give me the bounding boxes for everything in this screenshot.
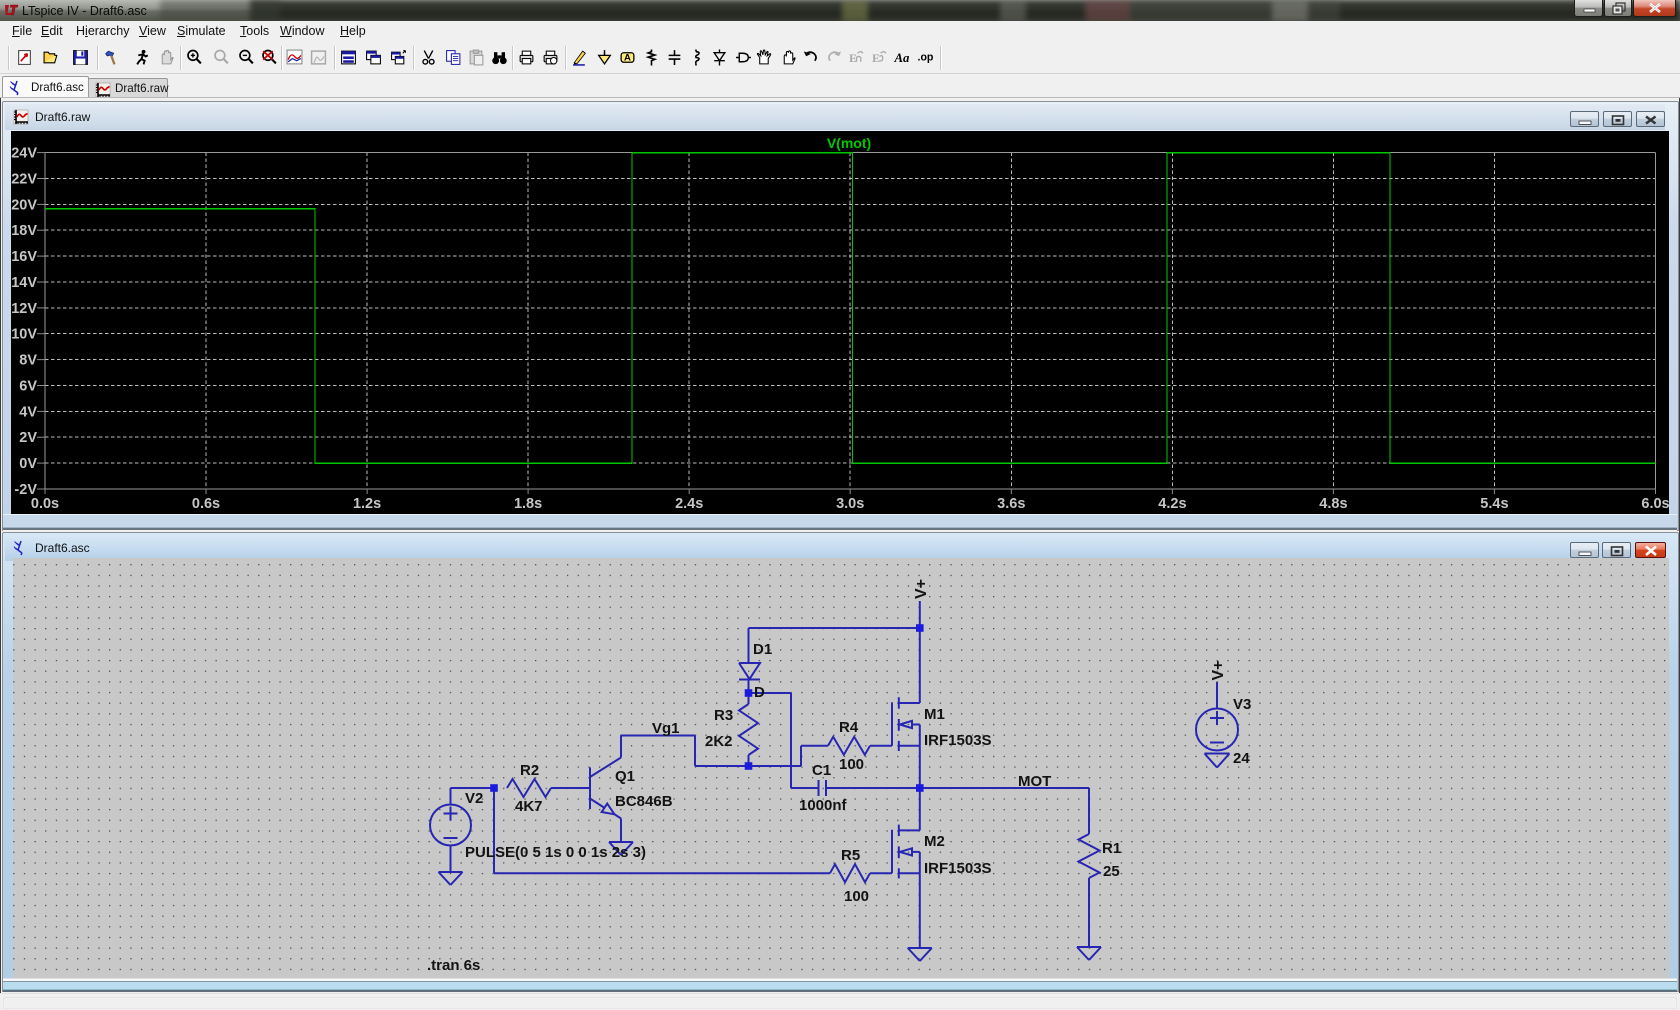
svg-text:18V: 18V [11, 223, 37, 239]
svg-text:E: E [872, 52, 880, 65]
svg-text:1.2s: 1.2s [353, 496, 381, 512]
svg-text:R5: R5 [841, 847, 860, 864]
svg-text:V+: V+ [913, 579, 930, 599]
svg-text:R3: R3 [714, 707, 733, 724]
svg-text:20V: 20V [11, 197, 37, 213]
svg-text:4K7: 4K7 [515, 798, 543, 815]
svg-text:R4: R4 [839, 719, 859, 736]
svg-text:100: 100 [844, 888, 869, 905]
svg-text:1.8s: 1.8s [514, 496, 542, 512]
svg-text:R1: R1 [1102, 840, 1121, 857]
svg-text:M2: M2 [924, 833, 945, 850]
svg-text:14V: 14V [11, 275, 37, 291]
svg-text:8V: 8V [19, 353, 37, 369]
svg-text:IRF1503S: IRF1503S [924, 860, 992, 877]
svg-text:6V: 6V [19, 379, 37, 395]
svg-text:4V: 4V [19, 404, 37, 420]
svg-text:3.6s: 3.6s [997, 496, 1025, 512]
svg-text:IRF1503S: IRF1503S [924, 732, 992, 749]
svg-text:M1: M1 [924, 706, 945, 723]
svg-text:22V: 22V [11, 172, 37, 188]
svg-text:Vg1: Vg1 [652, 720, 680, 737]
svg-text:V(mot): V(mot) [827, 135, 871, 151]
svg-text:0.0s: 0.0s [31, 496, 59, 512]
svg-text:5.4s: 5.4s [1480, 496, 1508, 512]
svg-text:3.0s: 3.0s [836, 496, 864, 512]
svg-text:E: E [849, 52, 857, 65]
svg-text:1000nf: 1000nf [799, 797, 848, 814]
svg-text:4.2s: 4.2s [1158, 496, 1186, 512]
svg-text:V+: V+ [1210, 660, 1227, 680]
svg-text:2K2: 2K2 [705, 733, 733, 750]
svg-text:0.6s: 0.6s [192, 496, 220, 512]
svg-text:R2: R2 [520, 762, 539, 779]
svg-text:24: 24 [1233, 750, 1250, 767]
svg-text:V2: V2 [465, 790, 483, 807]
svg-text:25: 25 [1103, 863, 1120, 880]
svg-text:24V: 24V [11, 146, 37, 162]
svg-text:D1: D1 [753, 641, 772, 658]
svg-text:D: D [754, 684, 765, 701]
svg-text:V3: V3 [1233, 696, 1251, 713]
svg-text:.tran 6s: .tran 6s [427, 957, 480, 974]
svg-text:4.8s: 4.8s [1319, 496, 1347, 512]
svg-text:6.0s: 6.0s [1641, 496, 1669, 512]
svg-text:MOT: MOT [1018, 773, 1051, 790]
svg-text:Aa: Aa [894, 51, 911, 65]
svg-text:100: 100 [839, 756, 864, 773]
svg-text:2V: 2V [19, 430, 37, 446]
svg-text:.op: .op [918, 52, 934, 64]
svg-text:C1: C1 [812, 762, 831, 779]
svg-text:12V: 12V [11, 301, 37, 317]
svg-text:10V: 10V [11, 327, 37, 343]
svg-text:BC846B: BC846B [615, 793, 673, 810]
svg-text:A: A [624, 53, 631, 64]
svg-text:16V: 16V [11, 249, 37, 265]
svg-text:2.4s: 2.4s [675, 496, 703, 512]
svg-text:Q1: Q1 [615, 768, 635, 785]
svg-text:PULSE(0 5 1s 0 0 1s 2s 3): PULSE(0 5 1s 0 0 1s 2s 3) [465, 844, 646, 861]
svg-text:0V: 0V [19, 456, 37, 472]
